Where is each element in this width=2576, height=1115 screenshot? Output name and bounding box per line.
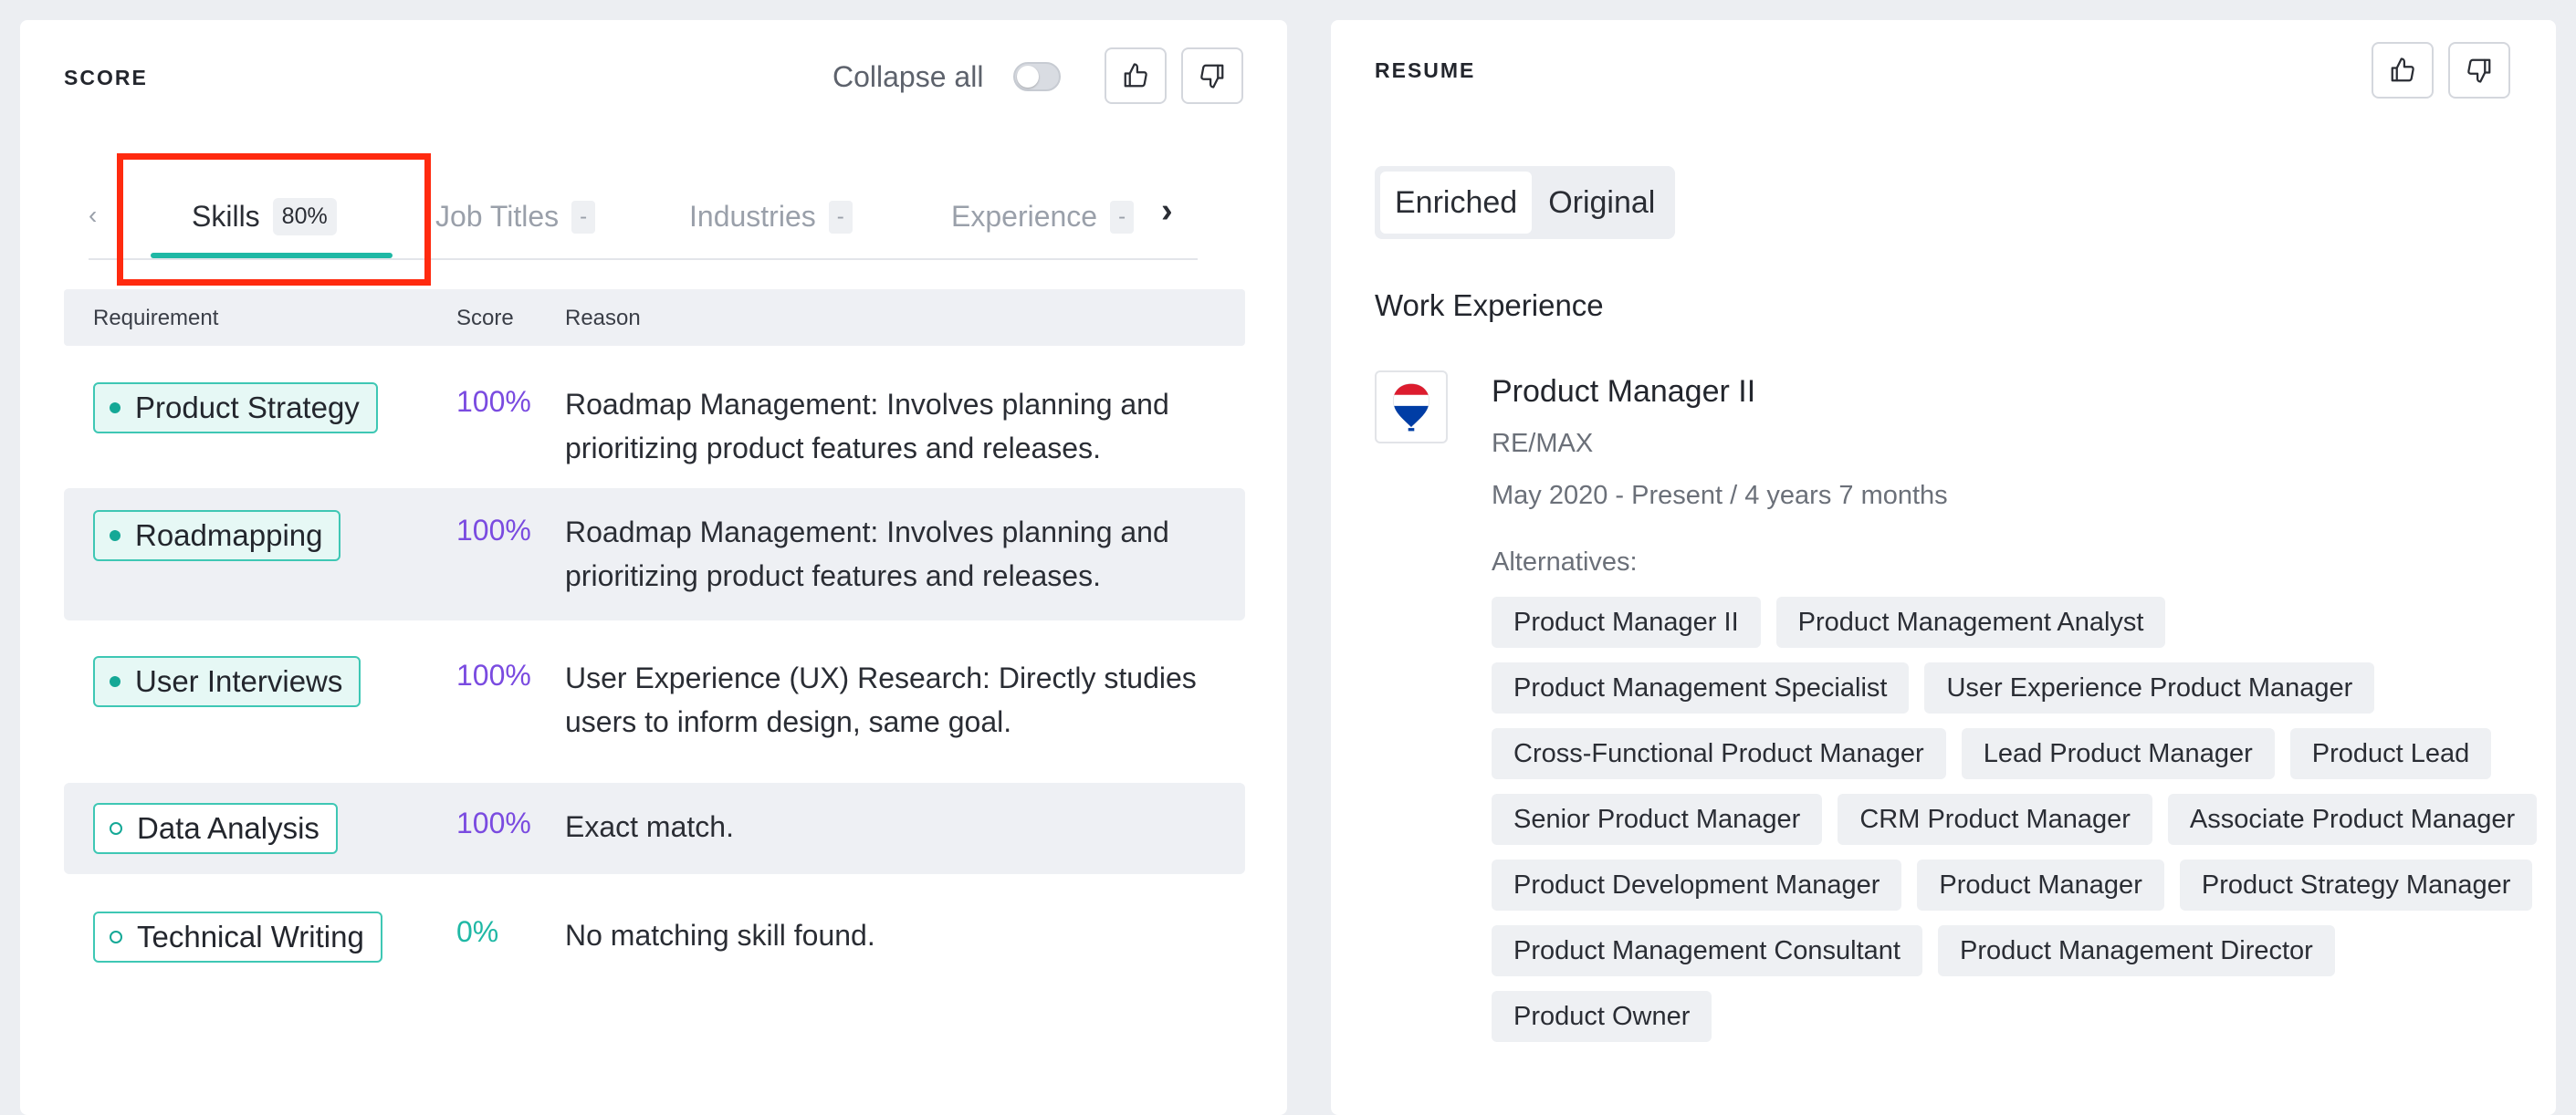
resume-panel: RESUME Enriched Original Work Experience… (1331, 20, 2556, 1115)
table-header: Requirement Score Reason (64, 289, 1245, 346)
collapse-all-toggle[interactable] (1013, 62, 1061, 91)
job-dates: May 2020 - Present / 4 years 7 months (1492, 481, 1948, 510)
requirement-chip: Product Strategy (93, 382, 378, 433)
matched-dot-icon (110, 402, 120, 413)
view-toggle: Enriched Original (1375, 166, 1676, 239)
balloon-logo-icon (1392, 383, 1430, 432)
score-value: 100% (456, 659, 531, 692)
collapse-all-label: Collapse all (832, 60, 984, 93)
alternative-title-chip: Cross-Functional Product Manager (1492, 728, 1946, 779)
table-row: Roadmapping 100% Roadmap Management: Inv… (64, 488, 1245, 620)
tab-badge: - (828, 200, 853, 234)
score-value: 0% (456, 915, 499, 948)
tab-badge: 80% (272, 198, 337, 235)
alternative-title-chip: Lead Product Manager (1961, 728, 2275, 779)
header-requirement: Requirement (93, 306, 219, 330)
active-tab-indicator (151, 253, 393, 258)
tab-industries[interactable]: Industries - (689, 192, 853, 242)
alternative-title-chip: Product Lead (2289, 728, 2492, 779)
thumbs-up-icon (2391, 57, 2414, 82)
thumbs-up-icon (1124, 63, 1147, 88)
score-value: 100% (456, 807, 531, 839)
alternative-title-chip: CRM Product Manager (1838, 794, 2152, 845)
reason-text: No matching skill found. (565, 919, 875, 952)
table-row: Technical Writing 0% No matching skill f… (64, 891, 1245, 983)
reason-text: Roadmap Management: Involves planning an… (565, 388, 1169, 464)
requirement-label: Roadmapping (135, 518, 323, 552)
toggle-knob (1017, 66, 1039, 88)
unmatched-dot-icon (110, 931, 122, 943)
requirement-chip: User Interviews (93, 656, 361, 707)
tab-experience[interactable]: Experience - (951, 192, 1135, 242)
alternative-title-chip: Product Management Specialist (1492, 662, 1910, 714)
reason-text: Roadmap Management: Involves planning an… (565, 516, 1169, 592)
table-row: Product Strategy 100% Roadmap Management… (64, 362, 1245, 490)
score-panel: SCORE Collapse all ‹ Skills 80% Job Titl… (20, 20, 1287, 1115)
alternative-title-chip: Product Manager II (1492, 597, 1761, 648)
matched-dot-icon (110, 530, 120, 541)
alternative-title-chip: Product Manager (1917, 860, 2164, 911)
resume-title: RESUME (1375, 58, 1476, 82)
score-value: 100% (456, 514, 531, 547)
thumbs-down-button[interactable] (1181, 47, 1243, 104)
company-name: RE/MAX (1492, 429, 1594, 458)
requirement-label: User Interviews (135, 664, 343, 698)
requirement-label: Product Strategy (135, 391, 360, 424)
original-toggle-button[interactable]: Original (1534, 172, 1670, 234)
alternative-title-chip: User Experience Product Manager (1924, 662, 2375, 714)
header-reason: Reason (565, 306, 641, 330)
chevron-right-icon[interactable]: › (1161, 192, 1173, 231)
alternative-title-chip: Product Management Consultant (1492, 925, 1922, 976)
requirement-chip: Data Analysis (93, 803, 338, 854)
chevron-left-icon[interactable]: ‹ (89, 201, 97, 230)
matched-dot-icon (110, 676, 120, 687)
tab-badge: - (571, 200, 596, 234)
tab-badge: - (1110, 200, 1135, 234)
alternative-title-chip: Product Owner (1492, 991, 1712, 1042)
thumbs-down-button[interactable] (2448, 42, 2510, 99)
tab-label: Experience (951, 200, 1098, 233)
thumbs-down-icon (2467, 58, 2491, 83)
job-title: Product Manager II (1492, 374, 1756, 409)
tab-label: Skills (192, 200, 260, 233)
thumbs-up-button[interactable] (1105, 47, 1167, 104)
tab-label: Industries (689, 200, 816, 233)
enriched-toggle-button[interactable]: Enriched (1380, 172, 1533, 234)
alternatives-list: Product Manager II Product Management Ana… (1492, 597, 2541, 1042)
alternative-title-chip: Senior Product Manager (1492, 794, 1823, 845)
unmatched-dot-icon (110, 822, 122, 835)
company-logo (1375, 370, 1448, 443)
reason-text: Exact match. (565, 810, 734, 843)
table-row: Data Analysis 100% Exact match. (64, 783, 1245, 874)
requirement-label: Technical Writing (137, 920, 364, 953)
requirement-chip: Roadmapping (93, 510, 341, 561)
alternative-title-chip: Product Development Manager (1492, 860, 1902, 911)
alternatives-label: Alternatives: (1492, 547, 1638, 577)
alternative-title-chip: Product Management Director (1937, 925, 2335, 976)
alternative-title-chip: Product Management Analyst (1775, 597, 2166, 648)
alternative-title-chip: Product Strategy Manager (2179, 860, 2533, 911)
tab-job-titles[interactable]: Job Titles - (435, 192, 596, 242)
score-tabs: ‹ Skills 80% Job Titles - Industries - E… (89, 173, 1198, 260)
header-score: Score (456, 306, 514, 330)
tab-label: Job Titles (435, 200, 560, 233)
score-title: SCORE (64, 66, 148, 89)
thumbs-up-button[interactable] (2372, 42, 2434, 99)
requirement-label: Data Analysis (137, 811, 319, 845)
table-row: User Interviews 100% User Experience (UX… (64, 636, 1245, 764)
requirement-chip: Technical Writing (93, 912, 382, 963)
reason-text: User Experience (UX) Research: Directly … (565, 662, 1197, 738)
section-title: Work Experience (1375, 288, 1604, 322)
tab-skills[interactable]: Skills 80% (192, 192, 337, 242)
alternative-title-chip: Associate Product Manager (2167, 794, 2538, 845)
score-value: 100% (456, 385, 531, 418)
thumbs-down-icon (1200, 64, 1224, 89)
